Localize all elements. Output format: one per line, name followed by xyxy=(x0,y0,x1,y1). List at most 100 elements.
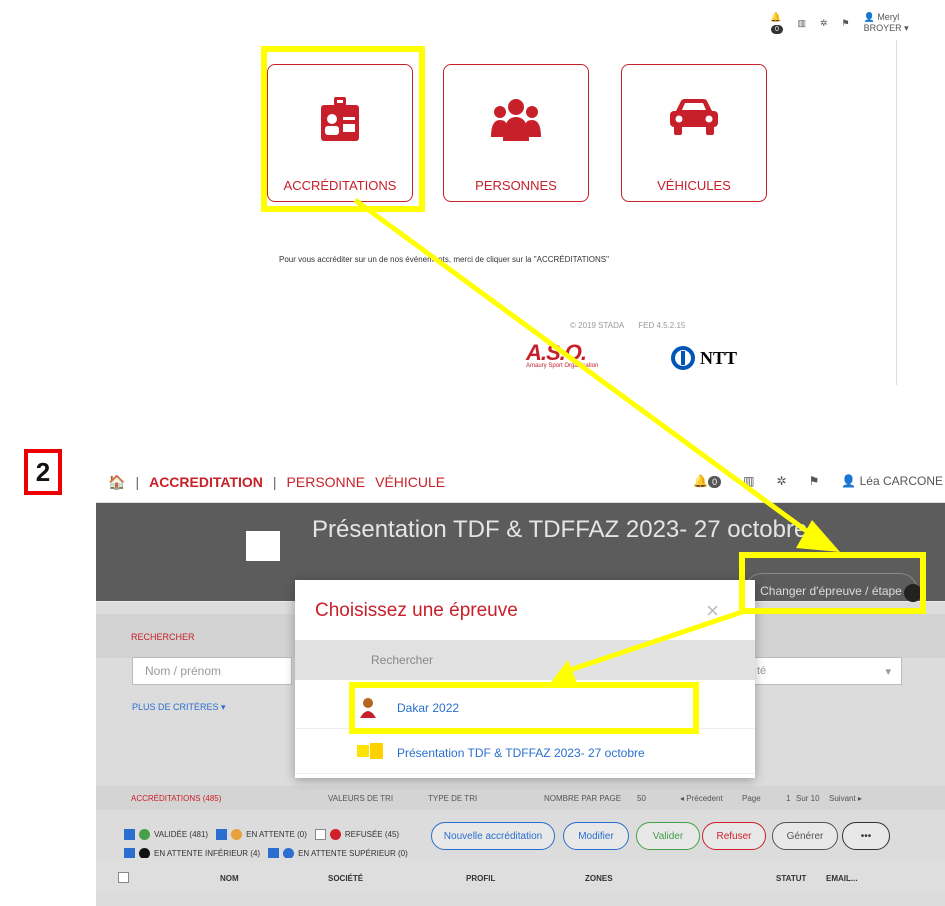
column-email[interactable]: EMAIL... xyxy=(826,874,858,883)
step-2-badge: 2 xyxy=(24,449,62,495)
event-item-dakar[interactable]: Dakar 2022 xyxy=(295,688,755,729)
copyright-version: FED 4.5.2.15 xyxy=(638,321,686,330)
nav-vehicule[interactable]: VÉHICULE xyxy=(375,474,445,490)
tile-personnes-label: PERSONNES xyxy=(475,178,557,193)
event-item-label: Présentation TDF & TDFFAZ 2023- 27 octob… xyxy=(397,746,645,760)
ntt-logo: NTT xyxy=(670,345,737,371)
tile-vehicules-label: VÉHICULES xyxy=(657,178,731,193)
dakar-logo-icon xyxy=(357,696,379,720)
copyright: © 2019 STADA FED 4.5.2.15 xyxy=(570,321,685,330)
per-page-select[interactable]: 50 xyxy=(637,794,646,803)
column-zones[interactable]: ZONES xyxy=(585,874,613,883)
main-nav: 🏠 | ACCREDITATION | PERSONNE VÉHICULE 🔔 0… xyxy=(96,462,945,503)
page-total: Sur 10 xyxy=(796,794,820,803)
per-page-label: NOMBRE PAR PAGE xyxy=(544,794,622,803)
user-name: Léa CARCONE xyxy=(859,474,943,488)
modal-title: Choisissez une épreuve xyxy=(315,600,518,621)
user-menu[interactable]: 👤 Meryl BROYER ▾ xyxy=(864,12,910,34)
criteria-select-value: té xyxy=(757,665,767,677)
instruction-text: Pour vous accréditer sur un de nos événe… xyxy=(279,255,609,264)
select-all-checkbox[interactable] xyxy=(118,872,129,883)
car-icon xyxy=(670,99,718,135)
column-nom[interactable]: NOM xyxy=(220,874,239,883)
divider xyxy=(896,40,897,385)
generate-button[interactable]: Générer xyxy=(772,822,838,850)
tile-personnes[interactable]: PERSONNES xyxy=(443,64,589,202)
accreditation-screen: 🏠 | ACCREDITATION | PERSONNE VÉHICULE 🔔 0… xyxy=(96,462,945,906)
tile-accreditations[interactable]: ACCRÉDITATIONS xyxy=(267,64,413,202)
checkbox-validee[interactable] xyxy=(124,829,135,840)
filter-en-attente-label: EN ATTENTE (0) xyxy=(246,830,307,839)
users-icon xyxy=(491,99,541,141)
nav-separator: | xyxy=(272,474,277,490)
page-label: Page xyxy=(742,794,761,803)
new-accreditation-button[interactable]: Nouvelle accréditation xyxy=(431,822,555,850)
user-menu[interactable]: 👤 Léa CARCONE xyxy=(841,474,943,488)
column-societe[interactable]: SOCIÉTÉ xyxy=(328,874,363,883)
copyright-head: © 2019 STADA xyxy=(570,321,625,330)
aso-logo-sub: Amaury Sport Organisation xyxy=(526,363,599,369)
close-icon[interactable]: × xyxy=(706,598,719,624)
instruction-after: "ACCRÉDITATIONS" xyxy=(533,255,609,264)
more-actions-button[interactable]: ••• xyxy=(842,822,890,850)
validate-button[interactable]: Valider xyxy=(636,822,700,850)
event-item-tdf[interactable]: Présentation TDF & TDFFAZ 2023- 27 octob… xyxy=(295,733,755,774)
event-logo xyxy=(246,531,280,561)
sort-type-select[interactable]: TYPE DE TRI xyxy=(428,794,477,803)
status-filters-row-1: VALIDÉE (481) EN ATTENTE (0) REFUSÉE (45… xyxy=(124,829,399,840)
aso-logo: A.S.O. Amaury Sport Organisation xyxy=(526,340,598,369)
event-title: Présentation TDF & TDFFAZ 2023- 27 octob… xyxy=(312,516,808,543)
accreditation-count: ACCRÉDITATIONS (485) xyxy=(131,794,222,803)
notification-count: 0 xyxy=(708,476,722,488)
flag-icon[interactable]: ⚑ xyxy=(809,474,820,488)
chart-icon[interactable]: ▥ xyxy=(743,474,754,488)
gear-icon[interactable]: ✲ xyxy=(820,18,828,29)
tile-accreditations-label: ACCRÉDITATIONS xyxy=(283,178,397,193)
status-dot-orange xyxy=(231,829,243,840)
criteria-select[interactable]: té ▾ xyxy=(746,657,902,685)
column-statut[interactable]: STATUT xyxy=(776,874,806,883)
name-search-input[interactable]: Nom / prénom xyxy=(132,657,292,685)
status-dot-green xyxy=(139,829,150,840)
filter-inferieur-label: EN ATTENTE INFÉRIEUR (4) xyxy=(154,849,261,858)
refuse-button[interactable]: Refuser xyxy=(702,822,766,850)
nav-accreditation[interactable]: ACCREDITATION xyxy=(149,474,263,490)
column-profil[interactable]: PROFIL xyxy=(466,874,495,883)
caret-down-icon: ▾ xyxy=(885,665,891,678)
chevron-down-icon[interactable] xyxy=(904,584,922,602)
notification-count: 0 xyxy=(771,25,783,34)
list-toolbar: ACCRÉDITATIONS (485) VALEURS DE TRI TYPE… xyxy=(96,786,945,810)
previous-page-button[interactable]: ◂ Précedent xyxy=(680,794,723,803)
table-header: NOM SOCIÉTÉ PROFIL ZONES STATUT EMAIL... xyxy=(96,858,945,894)
choose-event-modal: Choisissez une épreuve × Rechercher Daka… xyxy=(295,580,755,778)
user-name: Meryl BROYER ▾ xyxy=(863,12,909,33)
tdf-logo-icon xyxy=(357,741,383,765)
tile-vehicules[interactable]: VÉHICULES xyxy=(621,64,767,202)
event-search-input[interactable]: Rechercher xyxy=(295,640,755,680)
home-icon[interactable]: 🏠 xyxy=(108,474,125,491)
instruction-before: Pour vous accréditer sur un de nos événe… xyxy=(279,255,534,264)
filter-validee-label: VALIDÉE (481) xyxy=(154,830,209,839)
chart-icon[interactable]: ▥ xyxy=(797,18,806,29)
event-item-label: Dakar 2022 xyxy=(397,701,460,715)
next-page-button[interactable]: Suivant ▸ xyxy=(829,794,862,803)
filter-superieur-label: EN ATTENTE SUPÉRIEUR (0) xyxy=(298,849,408,858)
bell-icon[interactable]: 🔔0 xyxy=(770,12,783,34)
flag-icon[interactable]: ⚑ xyxy=(842,18,850,29)
filter-refusee-label: REFUSÉE (45) xyxy=(344,830,400,839)
more-criteria-link[interactable]: PLUS DE CRITÈRES ▾ xyxy=(132,702,226,713)
modify-button[interactable]: Modifier xyxy=(563,822,629,850)
nav-right-tools: 🔔 0 ▥ ✲ ⚑ 👤 Léa CARCONE xyxy=(693,474,945,488)
ntt-globe-icon xyxy=(671,346,695,370)
sort-values-select[interactable]: VALEURS DE TRI xyxy=(328,794,393,803)
status-dot-red xyxy=(329,829,341,840)
home-screen: 🔔0 ▥ ✲ ⚑ 👤 Meryl BROYER ▾ ACCRÉDITATIONS… xyxy=(130,0,910,390)
bell-icon[interactable]: 🔔0 xyxy=(693,474,722,488)
gear-icon[interactable]: ✲ xyxy=(777,474,787,488)
id-badge-icon xyxy=(321,97,359,141)
checkbox-refusee[interactable] xyxy=(314,829,326,840)
nav-personne[interactable]: PERSONNE xyxy=(287,474,366,490)
page-input[interactable]: 1 xyxy=(786,794,790,803)
checkbox-en-attente[interactable] xyxy=(216,829,228,840)
top-bar: 🔔0 ▥ ✲ ⚑ 👤 Meryl BROYER ▾ xyxy=(770,12,910,34)
